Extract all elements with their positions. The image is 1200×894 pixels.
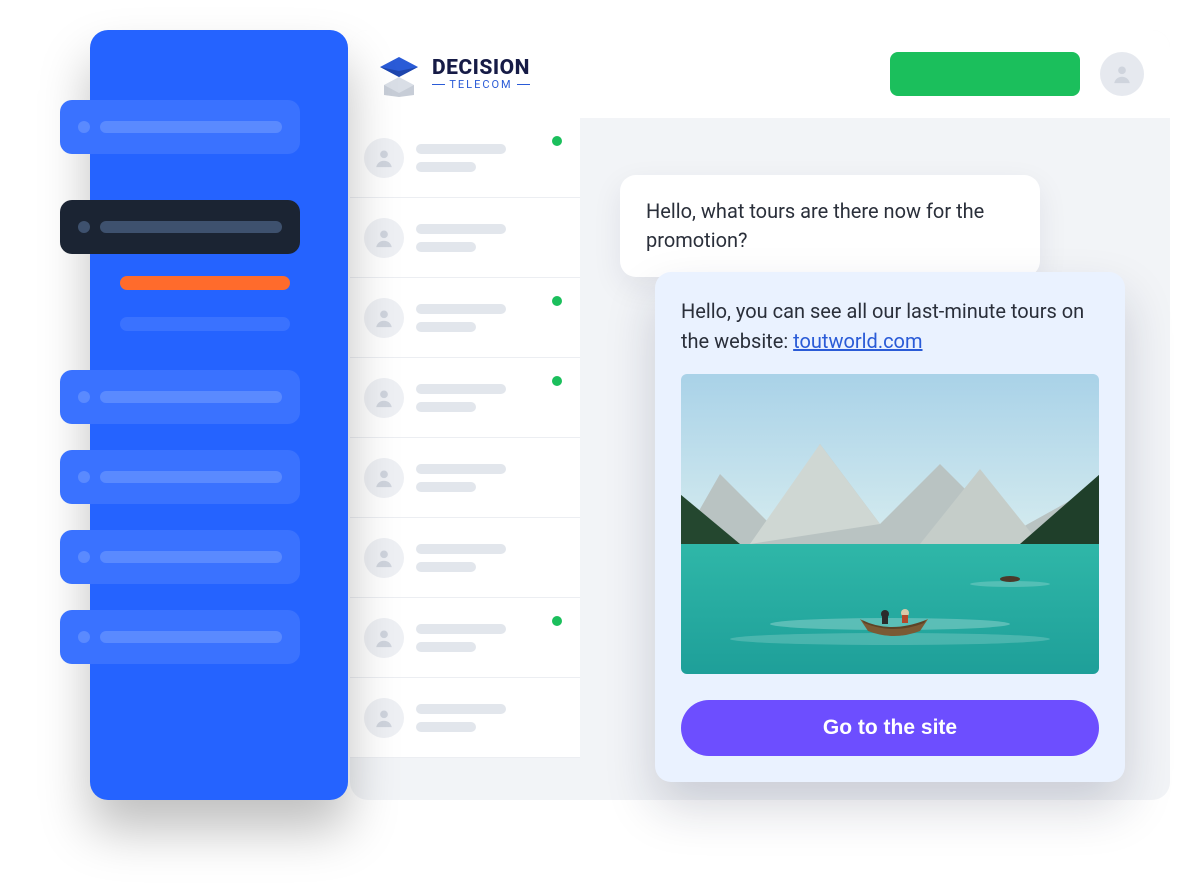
chat-message-text: Hello, what tours are there now for the … [646, 199, 984, 252]
chat-attachment-image[interactable] [681, 374, 1099, 674]
person-icon [1111, 63, 1133, 85]
nav-item-dot-icon [78, 221, 90, 233]
go-to-site-button[interactable]: Go to the site [681, 700, 1099, 756]
contact-row[interactable] [350, 678, 580, 758]
contact-preview [416, 304, 562, 332]
contact-row[interactable] [350, 278, 580, 358]
nav-drawer-item[interactable] [60, 610, 300, 664]
contact-row[interactable] [350, 118, 580, 198]
nav-item-label-placeholder [100, 221, 282, 233]
nav-item-label-placeholder [100, 551, 282, 563]
nav-drawer [90, 30, 348, 800]
primary-cta-button[interactable] [890, 52, 1080, 96]
nav-item-dot-icon [78, 631, 90, 643]
contact-preview [416, 224, 562, 252]
nav-drawer-subitem[interactable] [120, 317, 290, 331]
chat-message-incoming: Hello, what tours are there now for the … [620, 175, 1040, 277]
contact-preview [416, 384, 562, 412]
online-indicator-icon [552, 616, 562, 626]
brand-name: DECISION TELECOM [432, 58, 530, 90]
person-icon [373, 547, 395, 569]
contact-avatar [364, 618, 404, 658]
brand-logo[interactable]: DECISION TELECOM [376, 51, 530, 97]
nav-item-label-placeholder [100, 121, 282, 133]
online-indicator-icon [552, 136, 562, 146]
person-icon [373, 227, 395, 249]
nav-item-dot-icon [78, 471, 90, 483]
contact-preview [416, 544, 562, 572]
logo-mark-icon [376, 51, 422, 97]
person-icon [373, 627, 395, 649]
profile-button[interactable] [1100, 52, 1144, 96]
nav-item-label-placeholder [100, 631, 282, 643]
contact-row[interactable] [350, 358, 580, 438]
chat-link[interactable]: toutworld.com [793, 329, 922, 353]
contact-row[interactable] [350, 518, 580, 598]
nav-item-label-placeholder [100, 391, 282, 403]
person-icon [373, 707, 395, 729]
contact-preview [416, 464, 562, 492]
contact-avatar [364, 298, 404, 338]
contact-preview [416, 624, 562, 652]
app-topbar: DECISION TELECOM [350, 30, 1170, 118]
contact-avatar [364, 138, 404, 178]
person-icon [373, 147, 395, 169]
online-indicator-icon [552, 376, 562, 386]
nav-drawer-item[interactable] [60, 450, 300, 504]
contact-row[interactable] [350, 598, 580, 678]
chat-message-outgoing: Hello, you can see all our last-minute t… [655, 272, 1125, 782]
contact-avatar [364, 698, 404, 738]
nav-item-dot-icon [78, 551, 90, 563]
nav-item-dot-icon [78, 121, 90, 133]
person-icon [373, 387, 395, 409]
online-indicator-icon [552, 296, 562, 306]
contact-avatar [364, 218, 404, 258]
contact-row[interactable] [350, 438, 580, 518]
person-icon [373, 307, 395, 329]
nav-item-dot-icon [78, 391, 90, 403]
nav-drawer-item[interactable] [60, 100, 300, 154]
nav-drawer-item[interactable] [60, 200, 300, 254]
contact-row[interactable] [350, 198, 580, 278]
brand-name-bottom: TELECOM [449, 79, 512, 90]
contact-avatar [364, 458, 404, 498]
nav-drawer-item[interactable] [60, 370, 300, 424]
nav-item-label-placeholder [100, 471, 282, 483]
nav-drawer-item[interactable] [60, 530, 300, 584]
brand-name-top: DECISION [432, 58, 530, 79]
contact-preview [416, 704, 562, 732]
person-icon [373, 467, 395, 489]
nav-drawer-subitem[interactable] [120, 276, 290, 290]
contact-avatar [364, 378, 404, 418]
contact-preview [416, 144, 562, 172]
contact-avatar [364, 538, 404, 578]
contact-list [350, 118, 580, 800]
